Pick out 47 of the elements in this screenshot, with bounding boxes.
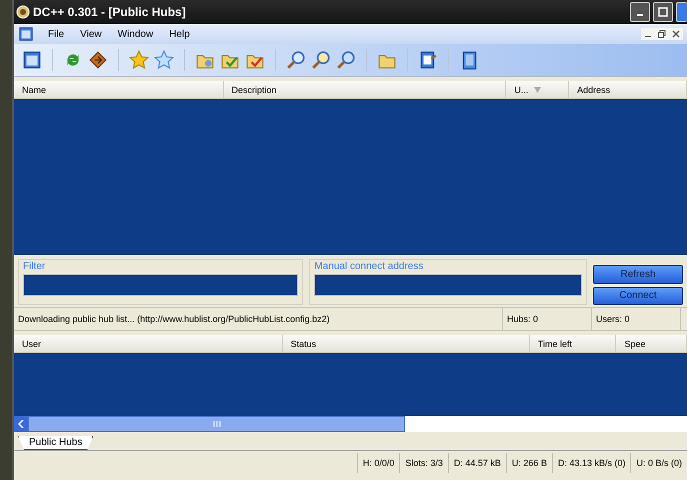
restore-button[interactable]: [657, 29, 667, 39]
connect-button[interactable]: Connect: [593, 286, 683, 305]
menu-item[interactable]: Window: [116, 28, 156, 40]
close-button[interactable]: [671, 29, 681, 39]
window-title: DC++ 0.301 - [Public Hubs]: [33, 5, 187, 19]
diamond-icon[interactable]: [88, 50, 108, 70]
maximize-icon: [658, 7, 668, 17]
grip-icon: [212, 421, 220, 427]
status-text: D: 43.13 kB/s (0): [552, 453, 630, 473]
address-label: Manual connect address: [314, 261, 424, 272]
sort-icon: [534, 86, 542, 92]
status-text: Hubs: 0: [503, 308, 592, 330]
status-text: H: 0/0/0: [356, 453, 400, 473]
filter-field[interactable]: [23, 274, 298, 296]
column-header[interactable]: Description: [224, 81, 506, 98]
maximize-button[interactable]: [653, 2, 673, 22]
star-icon[interactable]: [129, 50, 149, 70]
star-icon[interactable]: [154, 50, 174, 70]
status-text: Downloading public hub list... (http://www.hublist.org/PublicHubList.config.bz2): [14, 308, 503, 330]
column-header[interactable]: User: [14, 335, 283, 352]
refresh-button[interactable]: Refresh: [593, 265, 683, 284]
column-header[interactable]: Address: [569, 81, 687, 98]
column-header[interactable]: U...: [506, 81, 570, 98]
search-icon[interactable]: [286, 50, 306, 70]
search-icon[interactable]: [336, 50, 356, 70]
column-header[interactable]: Status: [282, 335, 530, 352]
menu-item[interactable]: View: [78, 28, 104, 40]
address-field[interactable]: [314, 274, 582, 296]
menu-item[interactable]: Help: [167, 28, 192, 40]
search-icon[interactable]: [311, 50, 331, 70]
column-header[interactable]: Time left: [530, 335, 616, 352]
status-text: U: 266 B: [506, 453, 552, 473]
window-icon[interactable]: [22, 50, 42, 70]
menu-item[interactable]: File: [46, 28, 66, 40]
app-icon: [18, 26, 34, 42]
column-header[interactable]: Spee: [616, 335, 687, 352]
scrollbar[interactable]: [14, 415, 687, 432]
status-text: D: 44.57 kB: [448, 453, 506, 473]
tab[interactable]: Public Hubs: [18, 436, 94, 450]
minimize-button[interactable]: [630, 2, 650, 22]
status-text: U: 0 B/s (0): [630, 453, 687, 473]
filter-label: Filter: [23, 261, 46, 272]
app-icon: [16, 5, 30, 19]
notepad-icon[interactable]: [418, 50, 438, 70]
status-text: Users: 0: [592, 308, 681, 330]
status-text: Slots: 3/3: [399, 453, 448, 473]
column-header[interactable]: Name: [14, 81, 224, 98]
